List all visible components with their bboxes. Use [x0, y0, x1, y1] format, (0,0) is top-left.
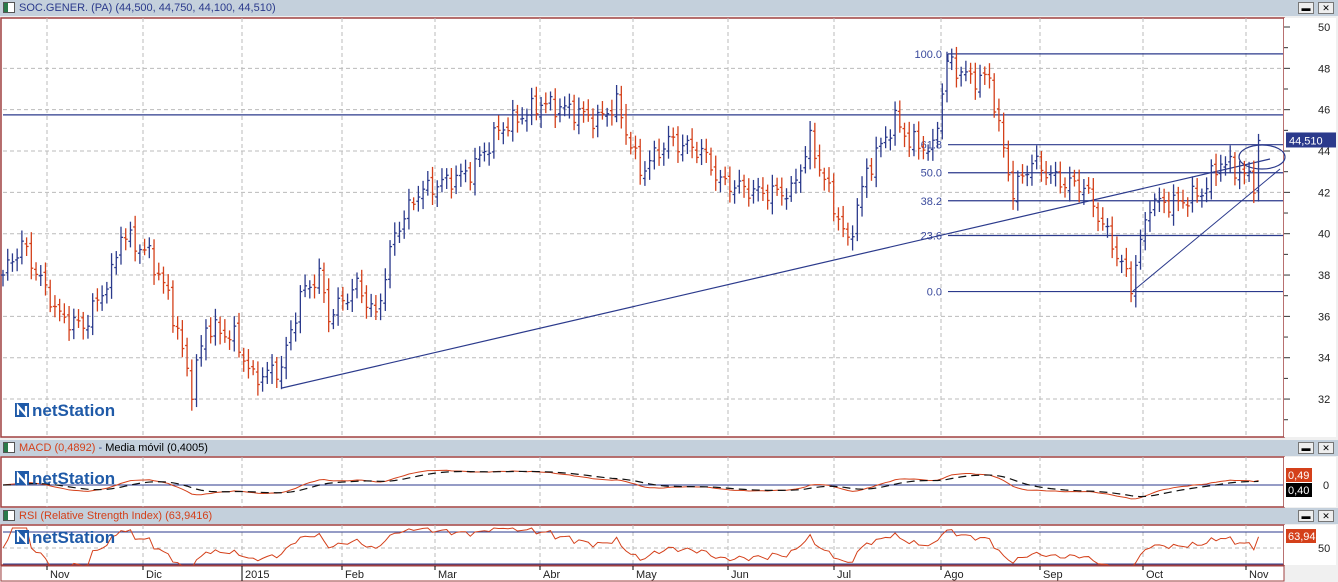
chart-icon: [3, 2, 15, 13]
chart-icon: [3, 442, 15, 453]
y-tick-label: 32: [1318, 394, 1330, 406]
x-tick-label: May: [636, 569, 657, 581]
chart-icon: [3, 510, 15, 521]
rsi-y-tick: 50: [1318, 543, 1330, 555]
close-button[interactable]: ✕: [1318, 510, 1334, 522]
rsi-title: RSI (Relative Strength Index) (63,9416): [19, 510, 213, 522]
y-tick-label: 36: [1318, 311, 1330, 323]
logo-text: netStation: [32, 528, 115, 547]
x-tick-label: Jun: [731, 569, 749, 581]
y-axis-area: [1284, 18, 1336, 437]
fib-level-label: 0.0: [927, 287, 942, 299]
macd-panel-header: MACD (0,4892) - Media móvil (0,4005) ▬ ✕: [0, 440, 1338, 456]
price-chart[interactable]: 50484644424038363432100.061.850.038.223.…: [0, 16, 1338, 438]
plot-area: [0, 17, 1285, 438]
fib-level-label: 38.2: [921, 196, 942, 208]
y-tick-label: 40: [1318, 229, 1330, 241]
fib-level-label: 50.0: [921, 168, 942, 180]
signal-badge-text: 0,40: [1288, 485, 1309, 497]
macd-badge-text: 0,49: [1288, 470, 1309, 482]
y-tick-label: 34: [1318, 353, 1330, 365]
minimize-button[interactable]: ▬: [1298, 442, 1314, 454]
macd-y-tick: 0: [1323, 480, 1329, 492]
y-tick-label: 42: [1318, 187, 1330, 199]
minimize-button[interactable]: ▬: [1298, 2, 1314, 14]
x-tick-label: Jul: [837, 569, 851, 581]
rsi-badge-text: 63,94: [1288, 531, 1316, 543]
y-tick-label: 44: [1318, 146, 1330, 158]
y-tick-label: 46: [1318, 105, 1330, 117]
x-tick-label: Feb: [345, 569, 364, 581]
x-tick-label: Mar: [438, 569, 457, 581]
separator: -: [95, 442, 106, 454]
rsi-chart[interactable]: netStation 63,9450 Nov Dic 2015 Feb Mar Abr May J…: [0, 524, 1338, 582]
x-tick-label: Ago: [944, 569, 964, 581]
y-tick-label: 50: [1318, 22, 1330, 34]
x-tick-label: Sep: [1043, 569, 1063, 581]
macd-chart[interactable]: netStation 0,49 0,40 0: [0, 456, 1338, 508]
close-button[interactable]: ✕: [1318, 2, 1334, 14]
y-tick-label: 38: [1318, 270, 1330, 282]
x-tick-label: Abr: [543, 569, 560, 581]
fib-level-label: 23.6: [921, 230, 942, 242]
x-tick-label: Oct: [1146, 569, 1163, 581]
x-tick-label: Nov: [50, 569, 70, 581]
macd-ma-title: Media móvil (0,4005): [105, 442, 208, 454]
last-price-text: 44,510: [1289, 135, 1323, 147]
logo-text: netStation: [32, 469, 115, 488]
logo-text: netStation: [32, 401, 115, 420]
x-tick-label: 2015: [245, 569, 269, 581]
main-panel-header: SOC.GENER. (PA) (44,500, 44,750, 44,100,…: [0, 0, 1338, 16]
rsi-panel-header: RSI (Relative Strength Index) (63,9416) …: [0, 508, 1338, 524]
macd-title: MACD (0,4892): [19, 442, 96, 454]
close-button[interactable]: ✕: [1318, 442, 1334, 454]
y-tick-label: 48: [1318, 63, 1330, 75]
main-panel-title: SOC.GENER. (PA) (44,500, 44,750, 44,100,…: [19, 2, 276, 14]
minimize-button[interactable]: ▬: [1298, 510, 1314, 522]
x-tick-label: Dic: [146, 569, 162, 581]
x-tick-label: Nov: [1249, 569, 1269, 581]
fib-level-label: 100.0: [914, 49, 942, 61]
